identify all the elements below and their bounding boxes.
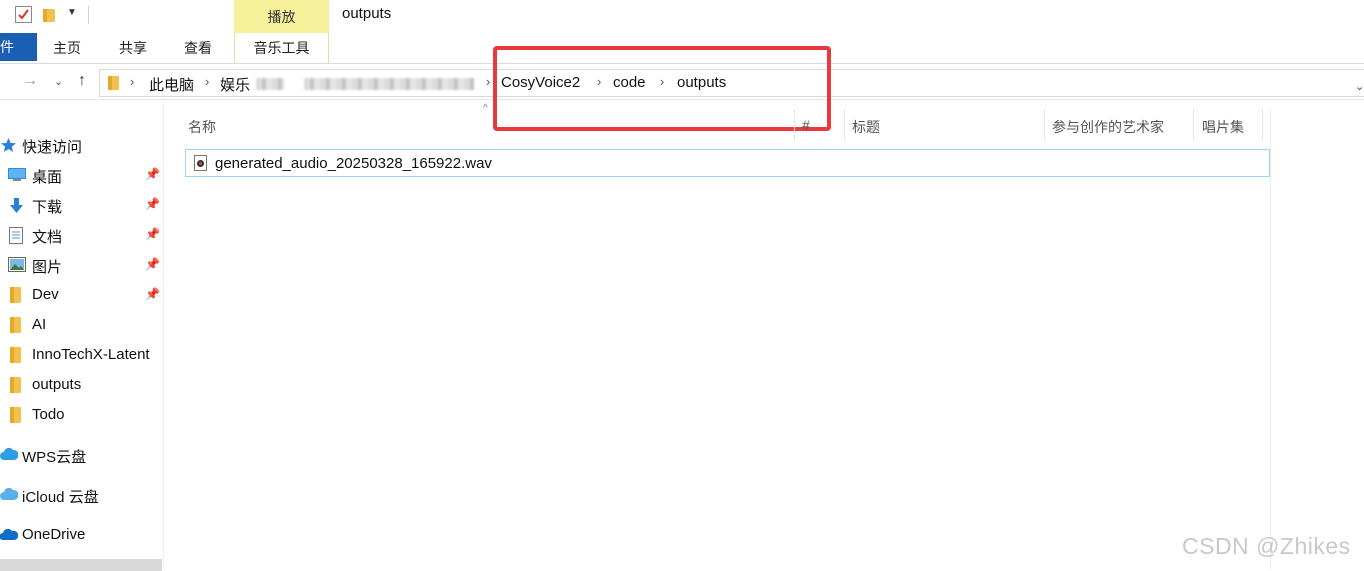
sidebar-item-ai[interactable]: AI (0, 311, 164, 339)
picture-icon (8, 257, 26, 273)
watermark: CSDN @Zhikes (1182, 533, 1351, 559)
sidebar-item-onedrive[interactable]: OneDrive (0, 521, 164, 549)
column-header-title[interactable]: 标题 (852, 117, 880, 137)
sidebar-item-label: 下载 (32, 199, 63, 216)
pin-icon[interactable]: 📌 (145, 167, 160, 181)
table-row[interactable]: generated_audio_20250328_165922.wav (185, 149, 1270, 177)
tab-share[interactable]: 共享 (119, 33, 147, 63)
sidebar-item-label: AI (32, 316, 47, 333)
chevron-right-icon: › (130, 74, 135, 89)
file-name: generated_audio_20250328_165922.wav (215, 155, 492, 172)
folder-icon (10, 377, 27, 393)
sidebar-item-outputs[interactable]: outputs (0, 371, 164, 399)
folder-icon (108, 76, 119, 90)
pin-icon[interactable]: 📌 (145, 257, 160, 271)
blurred-path (256, 78, 284, 90)
navigation-pane: 快速访问 桌面 📌 下载 📌 文档 📌 图片 📌 Dev 📌 AI InnoTe… (0, 101, 164, 571)
download-icon (8, 197, 25, 213)
sidebar-item-label: outputs (32, 376, 82, 393)
folder-icon (10, 407, 27, 423)
blurred-path (304, 78, 474, 90)
sidebar-item-label: 文档 (32, 229, 63, 246)
pin-icon[interactable]: 📌 (145, 287, 160, 301)
divider[interactable] (794, 109, 795, 141)
sidebar-item-innotechx-latent[interactable]: InnoTechX-Latent (0, 341, 164, 369)
column-header-album[interactable]: 唱片集 (1202, 117, 1244, 137)
sort-ascending-icon: ^ (483, 103, 488, 114)
icloud-icon (0, 487, 19, 503)
sidebar-item-label: InnoTechX-Latent (32, 346, 150, 363)
tab-file-label: 文件 (0, 39, 14, 55)
sidebar-item-label: 桌面 (32, 169, 63, 186)
cloud-icon (0, 447, 19, 463)
folder-icon (10, 347, 27, 363)
sidebar-item-todo[interactable]: Todo (0, 401, 164, 429)
tab-view[interactable]: 查看 (184, 33, 212, 63)
pin-icon[interactable]: 📌 (145, 197, 160, 211)
sidebar-item-label: Dev (32, 286, 59, 303)
quick-access-dropdown-icon[interactable]: ▼ (67, 7, 77, 18)
divider (1270, 109, 1271, 569)
tab-play[interactable]: 播放 (234, 0, 329, 33)
onedrive-icon (0, 527, 19, 543)
pin-icon[interactable]: 📌 (145, 227, 160, 241)
sidebar-item-label: WPS云盘 (22, 449, 87, 466)
folder-icon (10, 287, 27, 303)
recent-dropdown-icon[interactable]: ⌄ (54, 75, 63, 88)
column-header-artist[interactable]: 参与创作的艺术家 (1052, 117, 1164, 137)
desktop-icon (8, 167, 26, 183)
tab-file[interactable]: 文件 (0, 33, 37, 61)
crumb-entertainment[interactable]: 娱乐 (220, 74, 250, 95)
folder-icon[interactable] (43, 8, 55, 22)
title-bar: ▼ 播放 outputs (0, 0, 1364, 33)
document-icon (9, 227, 26, 244)
crumb-this-pc[interactable]: 此电脑 (149, 74, 194, 95)
sidebar-item-icloud[interactable]: iCloud 云盘 (0, 481, 164, 509)
sidebar-item-label: Todo (32, 406, 65, 423)
window-title: outputs (342, 5, 392, 22)
column-header-name[interactable]: 名称 (188, 117, 216, 137)
divider (88, 6, 89, 24)
folder-icon (10, 317, 27, 333)
divider[interactable] (1044, 109, 1045, 141)
column-header-number[interactable]: # (802, 117, 810, 133)
chevron-right-icon[interactable]: › (205, 74, 209, 89)
sidebar-item-label: 快速访问 (22, 139, 83, 156)
sidebar-item-pictures[interactable]: 图片 📌 (0, 251, 164, 279)
audio-file-icon (194, 155, 207, 171)
sidebar-item-label: OneDrive (22, 526, 86, 543)
sidebar-item-quick-access[interactable]: 快速访问 (0, 131, 164, 159)
chevron-right-icon[interactable]: › (486, 74, 490, 89)
sidebar-item-label: iCloud 云盘 (22, 489, 99, 506)
sidebar-item-wps-cloud[interactable]: WPS云盘 (0, 441, 164, 469)
divider[interactable] (844, 109, 845, 141)
sidebar-item-downloads[interactable]: 下载 📌 (0, 191, 164, 219)
sidebar-item-desktop[interactable]: 桌面 📌 (0, 161, 164, 189)
checkbox-icon[interactable] (15, 6, 32, 23)
sidebar-item-dev[interactable]: Dev 📌 (0, 281, 164, 309)
file-list: ^ 名称 # 标题 参与创作的艺术家 唱片集 generated_audio_2… (165, 101, 1364, 569)
sidebar-item-this-pc[interactable] (0, 559, 162, 571)
star-icon (0, 137, 17, 153)
up-icon[interactable]: ↑ (78, 72, 86, 90)
forward-icon[interactable]: → (22, 72, 38, 90)
tab-home[interactable]: 主页 (53, 33, 81, 63)
tab-music-tools[interactable]: 音乐工具 (234, 33, 329, 63)
sidebar-item-documents[interactable]: 文档 📌 (0, 221, 164, 249)
address-dropdown-icon[interactable]: ⌄ (1355, 80, 1364, 93)
sidebar-item-label: 图片 (32, 259, 63, 276)
divider[interactable] (1193, 109, 1194, 141)
divider[interactable] (1262, 109, 1263, 141)
